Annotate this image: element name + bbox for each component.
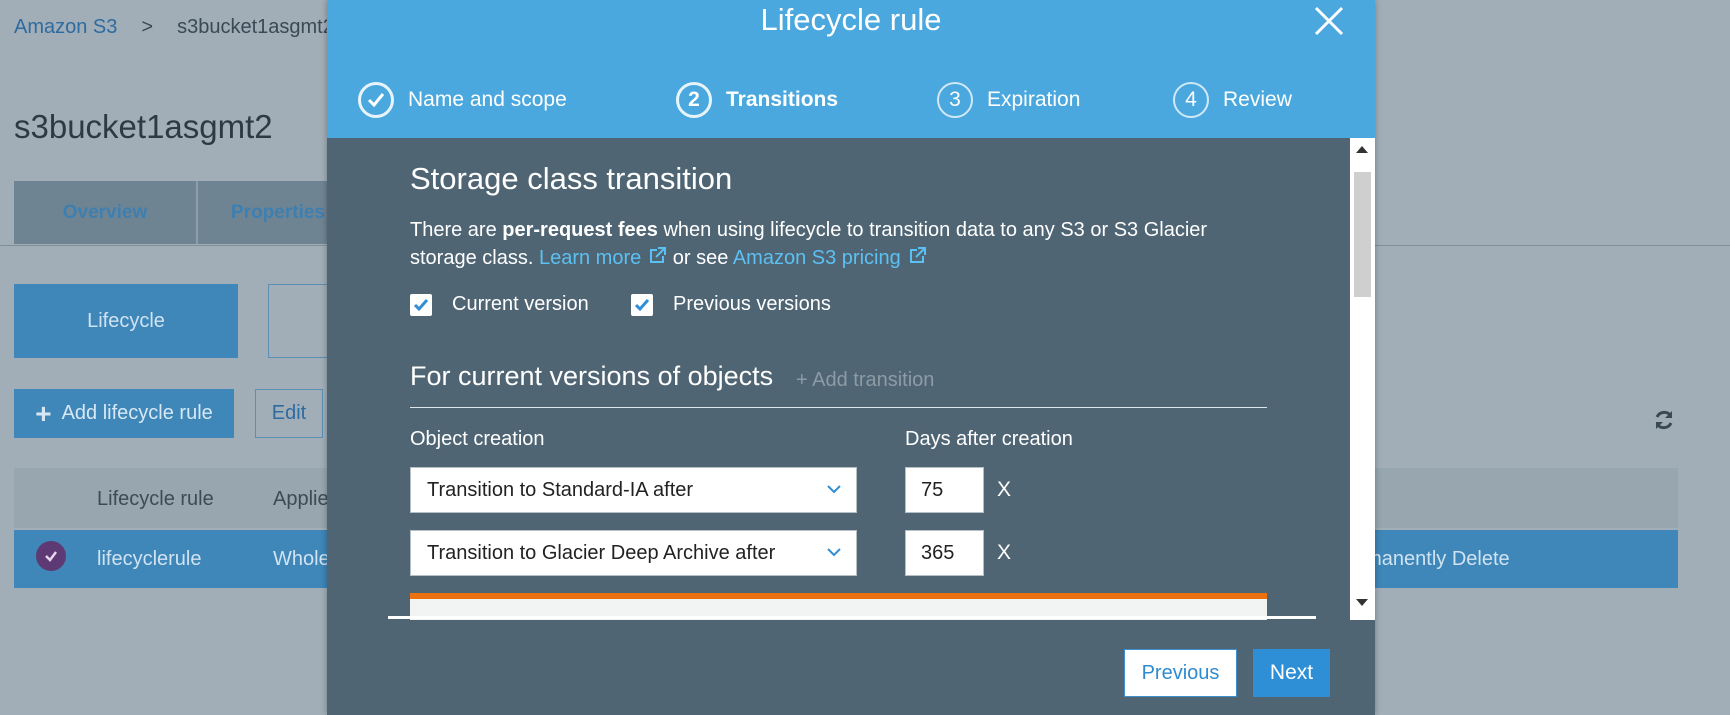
chevron-down-icon — [827, 548, 841, 557]
days-input-1[interactable]: 75 — [905, 467, 984, 513]
step-label: Expiration — [987, 88, 1081, 111]
remove-transition-button-1[interactable]: X — [997, 478, 1011, 502]
row-rule-name: lifecyclerule — [97, 548, 202, 570]
scroll-up-arrow-icon[interactable] — [1356, 146, 1368, 153]
chevron-down-icon — [827, 485, 841, 494]
step-complete-check-icon — [358, 82, 394, 118]
close-icon[interactable] — [1312, 4, 1346, 38]
column-header-rule[interactable]: Lifecycle rule — [97, 488, 214, 511]
current-version-checkbox-row[interactable]: Current version — [410, 293, 589, 316]
step-number: 2 — [676, 82, 712, 118]
step-number: 4 — [1173, 82, 1209, 118]
add-lifecycle-rule-button[interactable]: + Add lifecycle rule — [14, 389, 234, 438]
modal-title: Lifecycle rule — [760, 2, 942, 37]
step-number: 3 — [937, 82, 973, 118]
breadcrumb-root-link[interactable]: Amazon S3 — [14, 16, 117, 38]
page-title: s3bucket1asgmt2 — [14, 108, 273, 145]
secondary-button[interactable] — [268, 284, 328, 358]
breadcrumb-current: s3bucket1asgmt2 — [177, 16, 334, 38]
desc-bold: per-request fees — [502, 219, 658, 241]
step-label: Name and scope — [408, 88, 567, 111]
select-value: Transition to Glacier Deep Archive after — [427, 541, 776, 564]
days-input-2[interactable]: 365 — [905, 530, 984, 576]
previous-versions-checkbox[interactable] — [631, 293, 653, 316]
divider — [388, 616, 1316, 619]
lifecycle-rule-modal: Lifecycle rule Name and scope 2 Transiti… — [327, 0, 1375, 715]
breadcrumb-separator: > — [141, 16, 154, 38]
transition-type-select-2[interactable]: Transition to Glacier Deep Archive after — [410, 530, 857, 576]
step-review[interactable]: 4 Review — [1173, 80, 1292, 120]
next-button[interactable]: Next — [1253, 649, 1330, 697]
previous-versions-checkbox-row[interactable]: Previous versions — [631, 293, 831, 316]
tab-bar: Overview Properties — [14, 181, 360, 244]
days-after-creation-label: Days after creation — [905, 428, 1073, 450]
external-link-icon — [650, 247, 667, 263]
current-versions-title: For current versions of objects — [410, 361, 774, 391]
step-transitions[interactable]: 2 Transitions — [676, 80, 838, 120]
row-selected-check-icon[interactable] — [36, 541, 66, 571]
step-name-and-scope[interactable]: Name and scope — [358, 80, 567, 120]
fees-description: There are per-request fees when using li… — [410, 216, 1270, 272]
previous-versions-label: Previous versions — [673, 293, 831, 315]
transition-type-select-1[interactable]: Transition to Standard-IA after — [410, 467, 857, 513]
scrollbar-thumb[interactable] — [1354, 172, 1371, 297]
s3-pricing-link[interactable]: Amazon S3 pricing — [733, 247, 901, 269]
step-label: Transitions — [726, 88, 839, 111]
external-link-icon — [909, 247, 926, 263]
add-lifecycle-rule-label: Add lifecycle rule — [61, 402, 213, 424]
add-transition-link[interactable]: + Add transition — [796, 369, 934, 392]
scroll-down-arrow-icon[interactable] — [1356, 599, 1368, 606]
remove-transition-button-2[interactable]: X — [997, 541, 1011, 565]
select-value: Transition to Standard-IA after — [427, 478, 694, 501]
divider — [410, 407, 1267, 408]
current-version-checkbox[interactable] — [410, 293, 432, 316]
breadcrumb: Amazon S3 > s3bucket1asgmt2 — [14, 16, 334, 39]
learn-more-link[interactable]: Learn more — [539, 247, 641, 269]
previous-button[interactable]: Previous — [1124, 649, 1237, 697]
modal-content: Storage class transition There are per-r… — [327, 138, 1350, 620]
object-creation-label: Object creation — [410, 428, 545, 450]
step-label: Review — [1223, 88, 1292, 111]
tab-overview[interactable]: Overview — [14, 181, 198, 244]
current-version-label: Current version — [452, 293, 589, 315]
lifecycle-button[interactable]: Lifecycle — [14, 284, 238, 358]
plus-icon: + — [35, 397, 52, 429]
section-title: Storage class transition — [410, 161, 733, 196]
refresh-icon[interactable] — [1652, 408, 1676, 432]
edit-button[interactable]: Edit — [255, 389, 323, 438]
step-expiration[interactable]: 3 Expiration — [937, 80, 1080, 120]
desc-text-1: There are — [410, 219, 503, 241]
desc-text-3: or see — [667, 247, 733, 269]
